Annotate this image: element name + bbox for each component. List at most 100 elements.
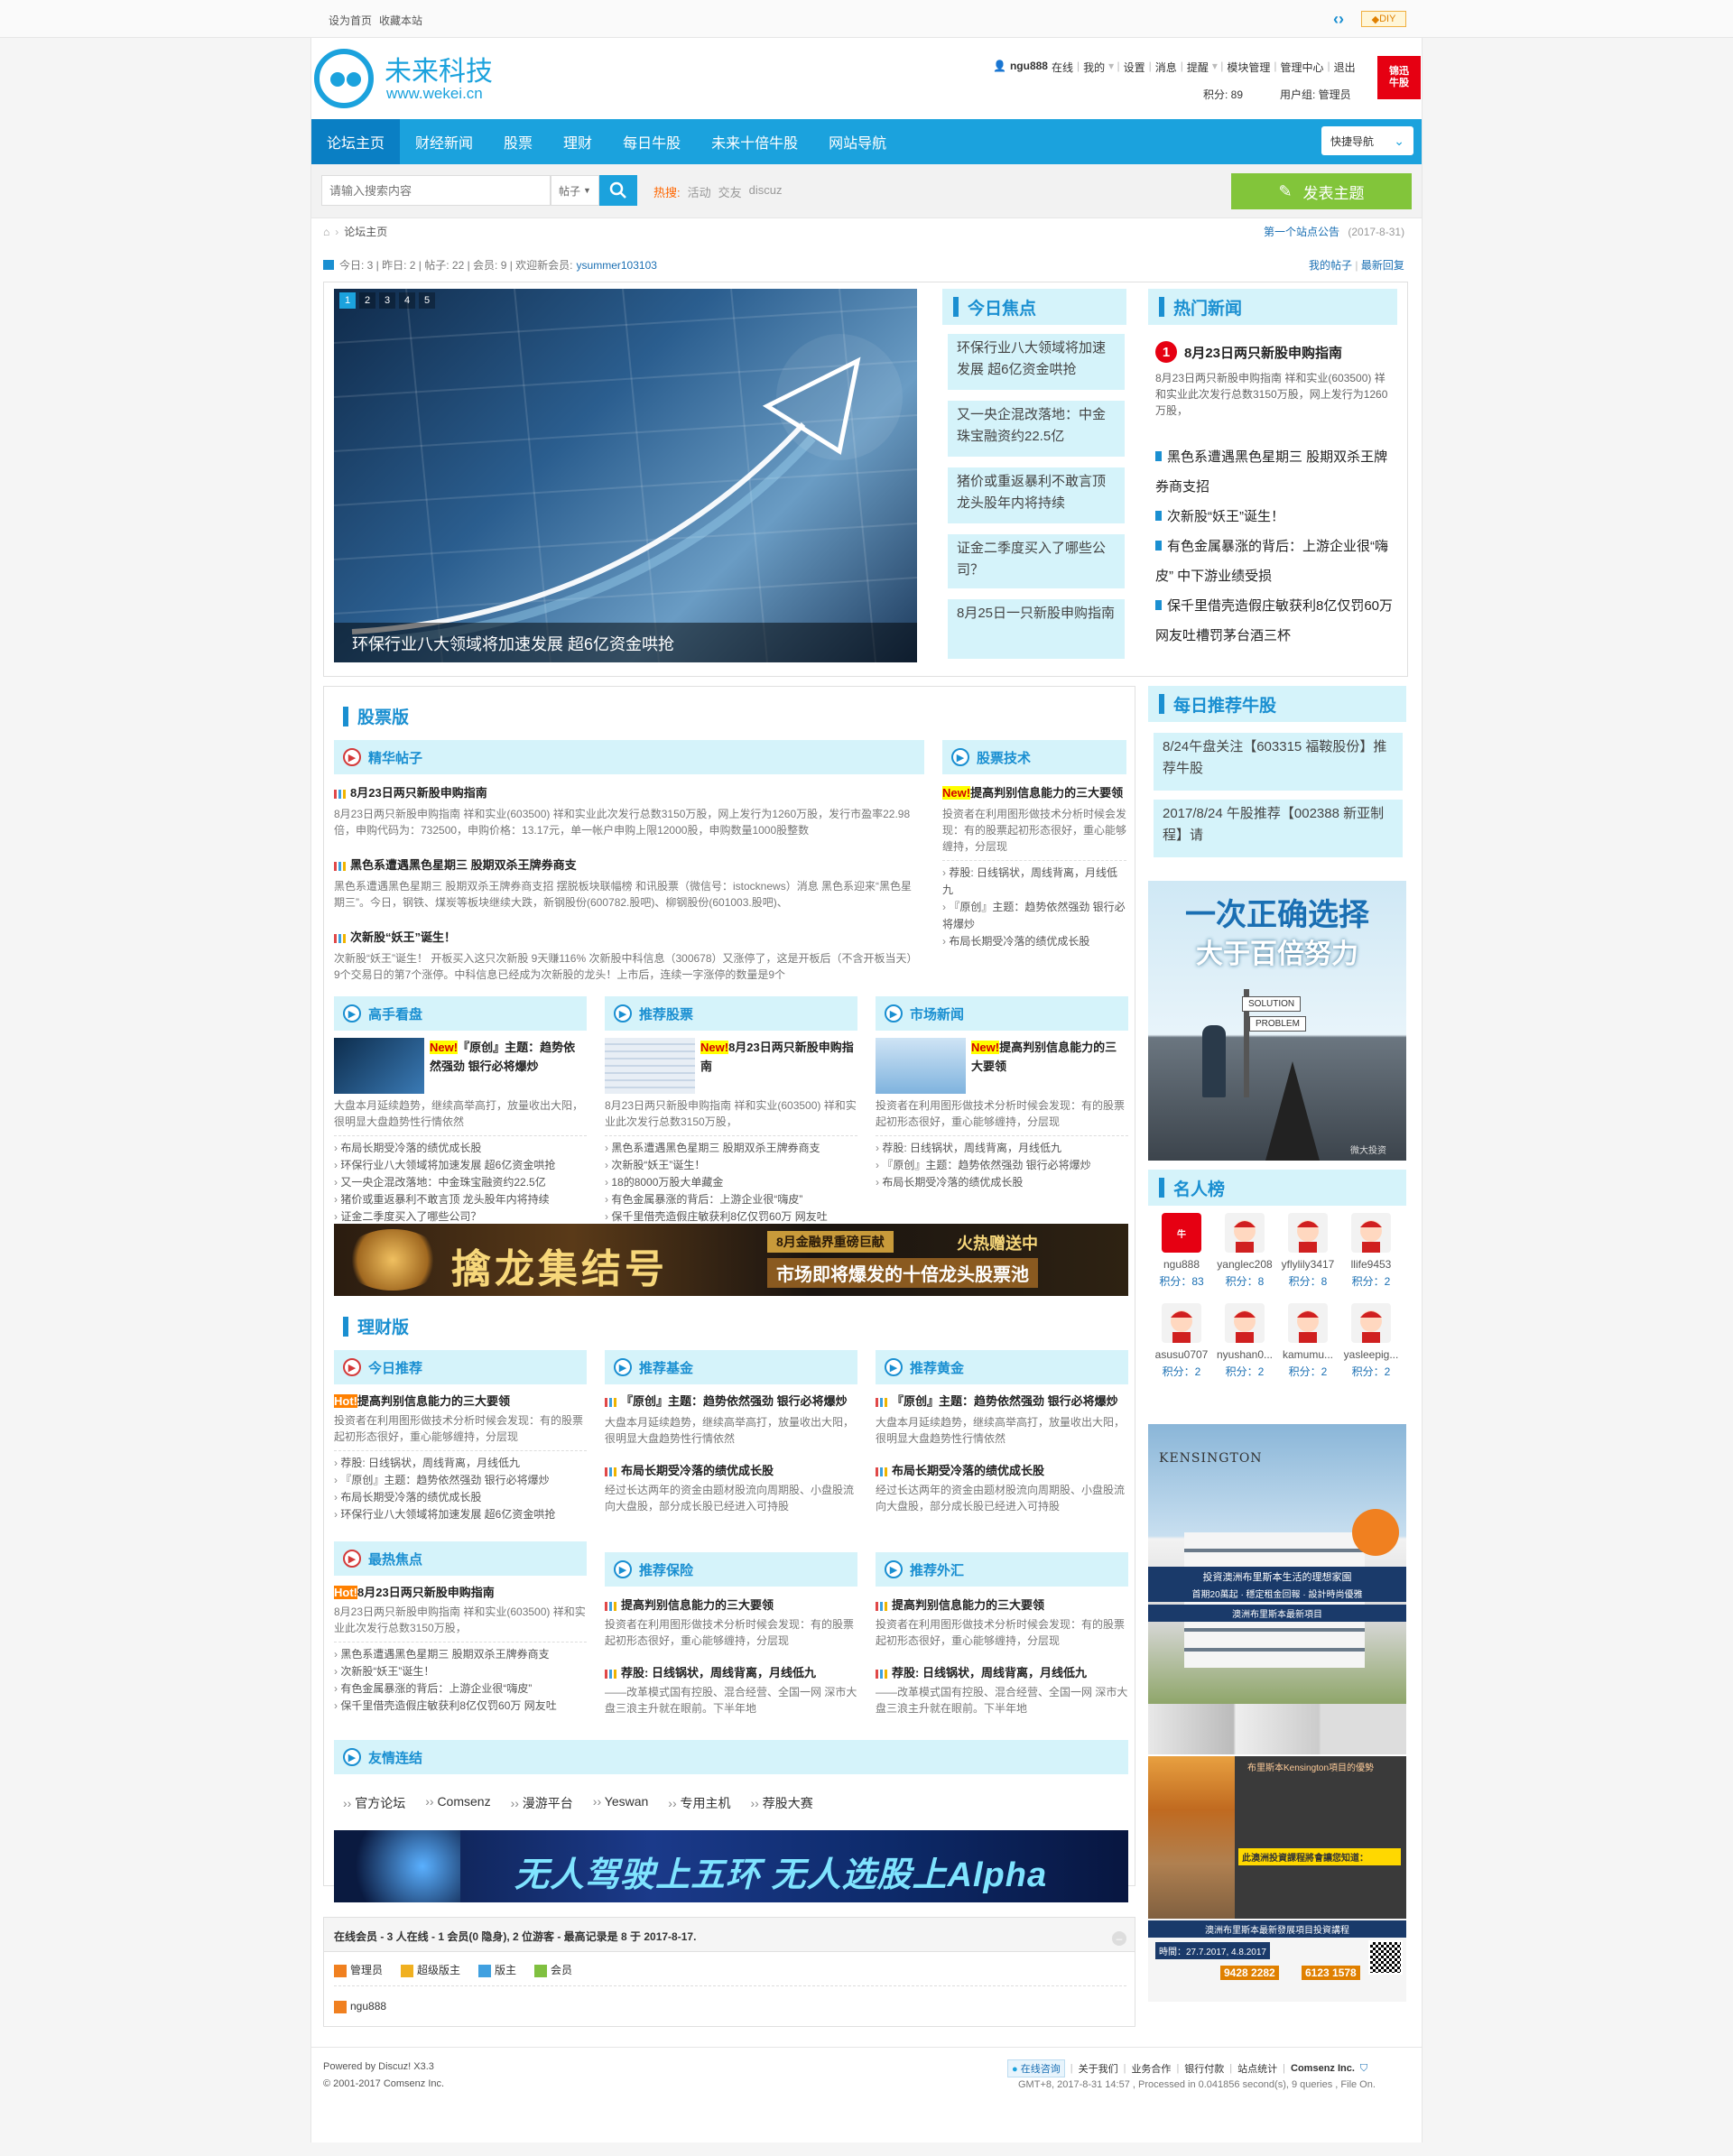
menu-messages[interactable]: 消息	[1155, 60, 1177, 76]
box-lead[interactable]: Hot!提高判别信息能力的三大要领	[334, 1392, 587, 1409]
celebrity-card[interactable]: asusu0707 积分：2	[1152, 1303, 1211, 1381]
focus-item[interactable]: 8月25日一只新股申购指南	[948, 599, 1125, 659]
focus-item[interactable]: 猪价或重返暴利不敢言顶 龙头股年内将持续	[948, 467, 1125, 523]
slider-dot-2[interactable]: 2	[359, 292, 375, 309]
nav-finance-news[interactable]: 财经新闻	[400, 119, 488, 164]
box-post[interactable]: 荐股: 日线锅状，周线背离，月线低九	[605, 1663, 857, 1680]
sidebar-ad-choice[interactable]: 一次正确选择 大于百倍努力 SOLUTION PROBLEM 微大投资	[1148, 881, 1406, 1161]
footer-powered[interactable]: Powered by Discuz! X3.3	[323, 2061, 434, 2072]
collapse-icon[interactable]: –	[1112, 1931, 1126, 1946]
search-input[interactable]	[321, 175, 551, 206]
list-item[interactable]: 『原创』主题：趋势依然强劲 银行必将爆炒	[876, 1157, 1128, 1174]
username-link[interactable]: ngu888	[1010, 60, 1048, 76]
hot-word-friends[interactable]: 交友	[718, 183, 742, 200]
box-post[interactable]: 提高判别信息能力的三大要领	[605, 1596, 857, 1613]
nav-wealth[interactable]: 理财	[548, 119, 607, 164]
box-post[interactable]: 提高判别信息能力的三大要领	[876, 1596, 1128, 1613]
nav-site-nav[interactable]: 网站导航	[813, 119, 902, 164]
celebrity-card[interactable]: nyushan0... 积分：2	[1215, 1303, 1274, 1381]
stock-tech-lead[interactable]: New!提高判别信息能力的三大要领	[942, 783, 1126, 802]
favorite-link[interactable]: 收藏本站	[379, 13, 422, 28]
slider-dot-3[interactable]: 3	[379, 292, 395, 309]
hot-word-activity[interactable]: 活动	[688, 183, 711, 200]
menu-my[interactable]: 我的	[1083, 60, 1105, 76]
menu-settings[interactable]: 设置	[1124, 60, 1145, 76]
slider-caption[interactable]: 环保行业八大领域将加速发展 超6亿资金哄抢	[352, 632, 674, 655]
footer-link-business[interactable]: 业务合作	[1131, 2061, 1171, 2076]
hotnews-item[interactable]: 有色金属暴涨的背后：上游企业很“嗨皮” 中下游业绩受损	[1155, 532, 1399, 591]
hotnews-item[interactable]: 保千里借壳造假庄敏获利8亿仅罚60万 网友吐槽罚茅台酒三杯	[1155, 591, 1399, 651]
essence-post[interactable]: 黑色系遭遇黑色星期三 股期双杀王牌券商支 黑色系遭遇黑色星期三 股期双杀王牌券商…	[334, 856, 921, 928]
breadcrumb-current[interactable]: 论坛主页	[344, 224, 387, 239]
sidebar-ad-kensington[interactable]: KENSINGTON 投資澳洲布里斯本生活的理想家園 首期20萬起 · 穩定租金…	[1148, 1424, 1406, 2002]
footer-link-comsenz[interactable]: Comsenz Inc.	[1291, 2063, 1355, 2074]
list-item[interactable]: 布局长期受冷落的绩优成长股	[334, 1140, 587, 1157]
essence-post[interactable]: 8月23日两只新股申购指南 8月23日两只新股申购指南 祥和实业(603500)…	[334, 783, 921, 856]
box-post[interactable]: 『原创』主题：趋势依然强劲 银行必将爆炒	[605, 1392, 857, 1411]
hotnews-top[interactable]: 1 8月23日两只新股申购指南 8月23日两只新股申购指南 祥和实业(60350…	[1155, 341, 1399, 419]
featured-slider[interactable]: 1 2 3 4 5 环保行业八大领域将加速发展 超6亿资金哄抢	[334, 289, 917, 662]
hotnews-item[interactable]: 黑色系遭遇黑色星期三 股期双杀王牌券商支招	[1155, 442, 1399, 502]
list-item[interactable]: 次新股“妖王”诞生！	[334, 1663, 587, 1680]
list-item[interactable]: 黑色系遭遇黑色星期三 股期双杀王牌券商支	[605, 1140, 857, 1157]
box-post[interactable]: 布局长期受冷落的绩优成长股	[605, 1461, 857, 1478]
celebrity-card[interactable]: llife9453 积分：2	[1341, 1213, 1401, 1291]
nav-tenfold-stock[interactable]: 未来十倍牛股	[696, 119, 813, 164]
friend-link[interactable]: ›› 专用主机	[668, 1794, 730, 1812]
friend-link[interactable]: ›› Yeswan	[593, 1794, 649, 1812]
slider-dot-4[interactable]: 4	[399, 292, 415, 309]
post-topic-button[interactable]: ✎ 发表主题	[1231, 173, 1412, 209]
list-item[interactable]: 有色金属暴涨的背后：上游企业很“嗨皮”	[334, 1680, 587, 1698]
online-consult-button[interactable]: ● 在线咨询	[1007, 2059, 1065, 2077]
footer-link-stats[interactable]: 站点统计	[1237, 2061, 1277, 2076]
list-item[interactable]: 布局长期受冷落的绩优成长股	[876, 1174, 1128, 1191]
footer-link-about[interactable]: 关于我们	[1079, 2061, 1118, 2076]
focus-item[interactable]: 环保行业八大领域将加速发展 超6亿资金哄抢	[948, 334, 1125, 390]
footer-link-payment[interactable]: 银行付款	[1184, 2061, 1224, 2076]
dragon-banner[interactable]: 擒龙集结号 8月金融界重磅巨献 火热赠送中 市场即将爆发的十倍龙头股票池	[334, 1224, 1128, 1296]
alpha-banner[interactable]: 无人驾驶上五环 无人选股上Alpha	[334, 1830, 1128, 1902]
site-logo[interactable]: 未来科技 www.wekei.cn	[314, 49, 531, 108]
hotnews-item[interactable]: 次新股“妖王”诞生！	[1155, 502, 1399, 532]
list-item[interactable]: 布局长期受冷落的绩优成长股	[942, 933, 1126, 950]
celebrity-card[interactable]: 牛 ngu888 积分：83	[1152, 1213, 1211, 1291]
menu-admin-center[interactable]: 管理中心	[1281, 60, 1324, 76]
search-type-select[interactable]: 帖子 ▼	[551, 175, 599, 206]
box-lead[interactable]: Hot!8月23日两只新股申购指南	[334, 1583, 587, 1600]
list-item[interactable]: 荐股: 日线锅状，周线背离，月线低九	[942, 865, 1126, 899]
nav-daily-stock[interactable]: 每日牛股	[607, 119, 696, 164]
notice-link[interactable]: 第一个站点公告	[1264, 226, 1339, 238]
box-post[interactable]: 布局长期受冷落的绩优成长股	[876, 1461, 1128, 1478]
friend-link[interactable]: ›› Comsenz	[425, 1794, 490, 1812]
menu-module-manage[interactable]: 模块管理	[1227, 60, 1270, 76]
box-post[interactable]: 『原创』主题：趋势依然强劲 银行必将爆炒	[876, 1392, 1128, 1411]
box-post[interactable]: 荐股: 日线锅状，周线背离，月线低九	[876, 1663, 1128, 1680]
list-item[interactable]: 『原创』主题：趋势依然强劲 银行必将爆炒	[942, 899, 1126, 933]
search-button[interactable]	[599, 175, 637, 206]
celebrity-card[interactable]: yasleepig... 积分：2	[1341, 1303, 1401, 1381]
list-item[interactable]: 『原创』主题：趋势依然强劲 银行必将爆炒	[334, 1472, 587, 1489]
focus-item[interactable]: 又一央企混改落地：中金珠宝融资约22.5亿	[948, 401, 1125, 457]
friend-link[interactable]: ›› 荐股大赛	[751, 1794, 813, 1812]
list-item[interactable]: 次新股“妖王”诞生！	[605, 1157, 857, 1174]
home-icon[interactable]: ⌂	[323, 226, 329, 238]
user-group[interactable]: 用户组: 管理员	[1280, 87, 1351, 102]
box-thumb[interactable]	[334, 1038, 424, 1094]
list-item[interactable]: 有色金属暴涨的背后：上游企业很“嗨皮”	[605, 1191, 857, 1208]
essence-post[interactable]: 次新股“妖王”诞生！ 次新股“妖王”诞生！ 开板买入这只次新股 9天赚116% …	[334, 928, 921, 1000]
slider-dot-5[interactable]: 5	[419, 292, 435, 309]
list-item[interactable]: 18的8000万股大单藏金	[605, 1174, 857, 1191]
hot-word-discuz[interactable]: discuz	[749, 183, 783, 200]
code-icon[interactable]: ‹›	[1333, 9, 1353, 29]
friend-link[interactable]: ›› 官方论坛	[343, 1794, 405, 1812]
daily-stock-item[interactable]: 2017/8/24 午股推荐【002388 新亚制程】请	[1154, 800, 1403, 857]
friend-link[interactable]: ›› 漫游平台	[511, 1794, 573, 1812]
list-item[interactable]: 又一央企混改落地：中金珠宝融资约22.5亿	[334, 1174, 587, 1191]
list-item[interactable]: 黑色系遭遇黑色星期三 股期双杀王牌券商支	[334, 1646, 587, 1663]
menu-logout[interactable]: 退出	[1334, 60, 1356, 76]
celebrity-card[interactable]: yanglec208 积分：8	[1215, 1213, 1274, 1291]
slider-dot-1[interactable]: 1	[339, 292, 356, 309]
my-posts-link[interactable]: 我的帖子	[1309, 259, 1352, 272]
list-item[interactable]: 环保行业八大领域将加速发展 超6亿资金哄抢	[334, 1157, 587, 1174]
menu-reminders[interactable]: 提醒	[1187, 60, 1209, 76]
